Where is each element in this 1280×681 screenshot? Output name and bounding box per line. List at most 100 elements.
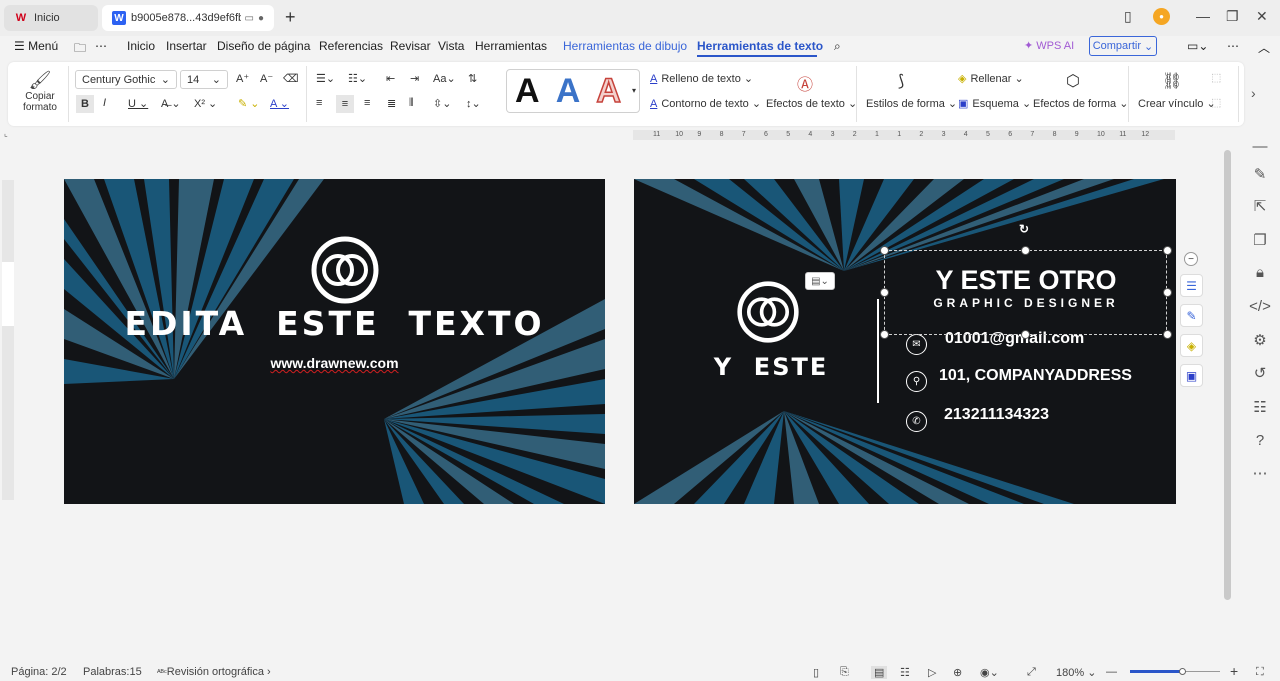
history-icon[interactable]: ↺ bbox=[1250, 363, 1270, 383]
vertical-ruler[interactable] bbox=[2, 180, 14, 500]
card-back[interactable]: Y ESTE Y ESTE OTRO GRAPHIC DESIGNER ✉ 01… bbox=[634, 179, 1176, 504]
resize-handle-n[interactable] bbox=[1021, 246, 1030, 255]
wordart-blue[interactable]: A bbox=[556, 74, 581, 108]
underline-button[interactable]: U ⌄ bbox=[128, 97, 148, 110]
outline-tool-icon[interactable]: ▣ bbox=[1180, 364, 1203, 387]
wordart-gallery[interactable]: A A A bbox=[506, 69, 640, 113]
font-family-select[interactable]: Century Gothic ⌄ bbox=[75, 70, 177, 89]
collapse-tools-icon[interactable]: − bbox=[1184, 252, 1198, 266]
copy-icon[interactable]: ❐ bbox=[1250, 230, 1270, 250]
vertical-scrollbar[interactable] bbox=[1224, 150, 1231, 600]
shrink-font-icon[interactable]: A⁻ bbox=[260, 72, 273, 85]
spellcheck-button[interactable]: ᴬᴮᶜRevisión ortográfica › bbox=[157, 666, 271, 678]
front-headline[interactable]: EDITA ESTE TEXTO bbox=[64, 304, 605, 343]
select-icon[interactable]: ⇱ bbox=[1250, 196, 1270, 216]
outline-button[interactable]: ▣ Esquema ⌄ bbox=[958, 97, 1031, 111]
back-phone[interactable]: 213211134323 bbox=[944, 406, 1049, 424]
superscript-button[interactable]: X² ⌄ bbox=[194, 97, 217, 110]
menu-item-insertar[interactable]: Insertar bbox=[166, 39, 207, 53]
layout-icon[interactable]: ▯ bbox=[1124, 8, 1132, 25]
zoom-slider-thumb[interactable] bbox=[1179, 668, 1186, 675]
settings-sliders-icon[interactable]: ⚙ bbox=[1250, 330, 1270, 350]
increase-indent-icon[interactable]: ⇥ bbox=[410, 72, 419, 85]
justify-icon[interactable]: ≣ bbox=[387, 97, 396, 110]
minus-icon[interactable]: — bbox=[1250, 136, 1270, 156]
text-box-selection[interactable] bbox=[884, 250, 1167, 335]
monitor-icon[interactable]: ▭ bbox=[245, 13, 254, 24]
zoom-level[interactable]: 180% ⌄ bbox=[1056, 666, 1096, 679]
code-icon[interactable]: </> bbox=[1249, 296, 1271, 316]
line-spacing-icon[interactable]: ⇳⌄ bbox=[433, 97, 451, 110]
play-icon[interactable]: ▷ bbox=[928, 666, 936, 679]
wps-ai-button[interactable]: ✦ WPS AI bbox=[1024, 39, 1074, 52]
clear-format-icon[interactable]: ⌫ bbox=[283, 72, 299, 85]
outline-list-icon[interactable]: ☷ bbox=[1250, 397, 1270, 417]
read-mode-icon[interactable]: ▯ bbox=[813, 666, 819, 679]
word-count[interactable]: Palabras:15 bbox=[83, 666, 142, 678]
page-indicator[interactable]: Página: 2/2 bbox=[11, 666, 67, 678]
back-brand[interactable]: Y ESTE bbox=[706, 353, 836, 381]
resize-handle-ne[interactable] bbox=[1163, 246, 1172, 255]
menu-button[interactable]: ☰ Menú bbox=[14, 39, 58, 53]
text-outline-button[interactable]: A Contorno de texto ⌄ bbox=[650, 97, 761, 111]
highlight-button[interactable]: ✎ ⌄ bbox=[238, 97, 260, 110]
more-options-icon[interactable]: ⋯ bbox=[1227, 39, 1239, 53]
avatar[interactable]: ● bbox=[1153, 8, 1170, 25]
font-color-button[interactable]: A ⌄ bbox=[270, 97, 289, 110]
menu-item-herramientas[interactable]: Herramientas bbox=[475, 39, 547, 53]
back-address[interactable]: 101, COMPANYADDRESS bbox=[939, 367, 1132, 385]
fill-button[interactable]: ◈ Rellenar ⌄ bbox=[958, 72, 1024, 86]
fit-page-icon[interactable]: ⤢ bbox=[1027, 666, 1036, 679]
front-website[interactable]: www.drawnew.com bbox=[64, 355, 605, 371]
shape-styles-button[interactable]: Estilos de forma ⌄ bbox=[866, 97, 957, 111]
resize-handle-nw[interactable] bbox=[880, 246, 889, 255]
wordart-outline-red[interactable]: A bbox=[596, 73, 622, 109]
font-size-select[interactable]: 14 ⌄ bbox=[180, 70, 228, 89]
menu-item-diseno[interactable]: Diseño de página bbox=[217, 39, 310, 53]
eye-protection-icon[interactable]: ◉⌄ bbox=[980, 666, 999, 679]
page-view-icon[interactable]: ⎘ bbox=[840, 666, 849, 679]
resize-handle-s[interactable] bbox=[1021, 330, 1030, 339]
align-center-icon[interactable]: ≡ bbox=[336, 95, 354, 113]
numbering-icon[interactable]: ☷⌄ bbox=[348, 72, 367, 85]
resize-handle-w[interactable] bbox=[880, 288, 889, 297]
lock-icon[interactable]: 🔒︎ bbox=[1250, 262, 1270, 282]
minimize-icon[interactable]: — bbox=[1196, 8, 1210, 24]
unsaved-dot-icon[interactable]: ● bbox=[258, 13, 264, 24]
help-icon[interactable]: ? bbox=[1250, 430, 1270, 450]
menu-item-vista[interactable]: Vista bbox=[438, 39, 464, 53]
horizontal-ruler[interactable]: 11 10 9 8 7 6 5 4 3 2 1 1 2 3 4 5 6 7 8 9 10 11 12 bbox=[633, 130, 1175, 140]
fill-tool-icon[interactable]: ◈ bbox=[1180, 334, 1203, 357]
resize-handle-se[interactable] bbox=[1163, 330, 1172, 339]
align-left-icon[interactable]: ≡ bbox=[316, 97, 322, 109]
pen-tool-icon[interactable]: ✎ bbox=[1180, 304, 1203, 327]
more-icon[interactable]: ⋯ bbox=[1250, 463, 1270, 483]
text-fill-button[interactable]: A Relleno de texto ⌄ bbox=[650, 72, 753, 86]
menu-item-referencias[interactable]: Referencias bbox=[319, 39, 383, 53]
layout-options-button[interactable]: ▤⌄ bbox=[805, 272, 835, 290]
distribute-icon[interactable]: ⫴ bbox=[409, 97, 414, 110]
fullscreen-icon[interactable]: ⛶ bbox=[1256, 666, 1264, 679]
decrease-indent-icon[interactable]: ⇤ bbox=[386, 72, 395, 85]
menu-item-inicio[interactable]: Inicio bbox=[127, 39, 155, 53]
italic-button[interactable]: I bbox=[103, 97, 106, 109]
create-link-button[interactable]: Crear vínculo ⌄ bbox=[1138, 97, 1216, 111]
resize-handle-e[interactable] bbox=[1163, 288, 1172, 297]
close-icon[interactable]: ✕ bbox=[1256, 8, 1268, 25]
wordart-black[interactable]: A bbox=[515, 74, 540, 108]
tab-document[interactable]: W b9005e878...43d9ef6fb ▭ ● bbox=[102, 5, 274, 31]
card-front[interactable]: EDITA ESTE TEXTO www.drawnew.com bbox=[64, 179, 605, 504]
comment-icon[interactable]: ▭⌄ bbox=[1187, 39, 1208, 53]
share-button[interactable]: Compartir ⌄ bbox=[1089, 36, 1157, 56]
edit-icon[interactable]: ✎ bbox=[1250, 164, 1270, 184]
sort-icon[interactable]: ⇅ bbox=[468, 72, 477, 85]
rotate-handle-icon[interactable]: ↻ bbox=[1019, 222, 1029, 236]
align-right-icon[interactable]: ≡ bbox=[364, 97, 370, 109]
strikethrough-button[interactable]: A̶ ⌄ bbox=[161, 97, 181, 110]
outline-view-icon[interactable]: ☷ bbox=[900, 666, 910, 679]
copy-format-button[interactable]: 🖌 Copiar formato bbox=[18, 70, 62, 113]
menu-item-revisar[interactable]: Revisar bbox=[390, 39, 431, 53]
bullets-icon[interactable]: ☰⌄ bbox=[316, 72, 335, 85]
tab-text-tools[interactable]: Herramientas de texto bbox=[697, 39, 823, 53]
shape-effects-button[interactable]: Efectos de forma ⌄ bbox=[1033, 97, 1128, 111]
